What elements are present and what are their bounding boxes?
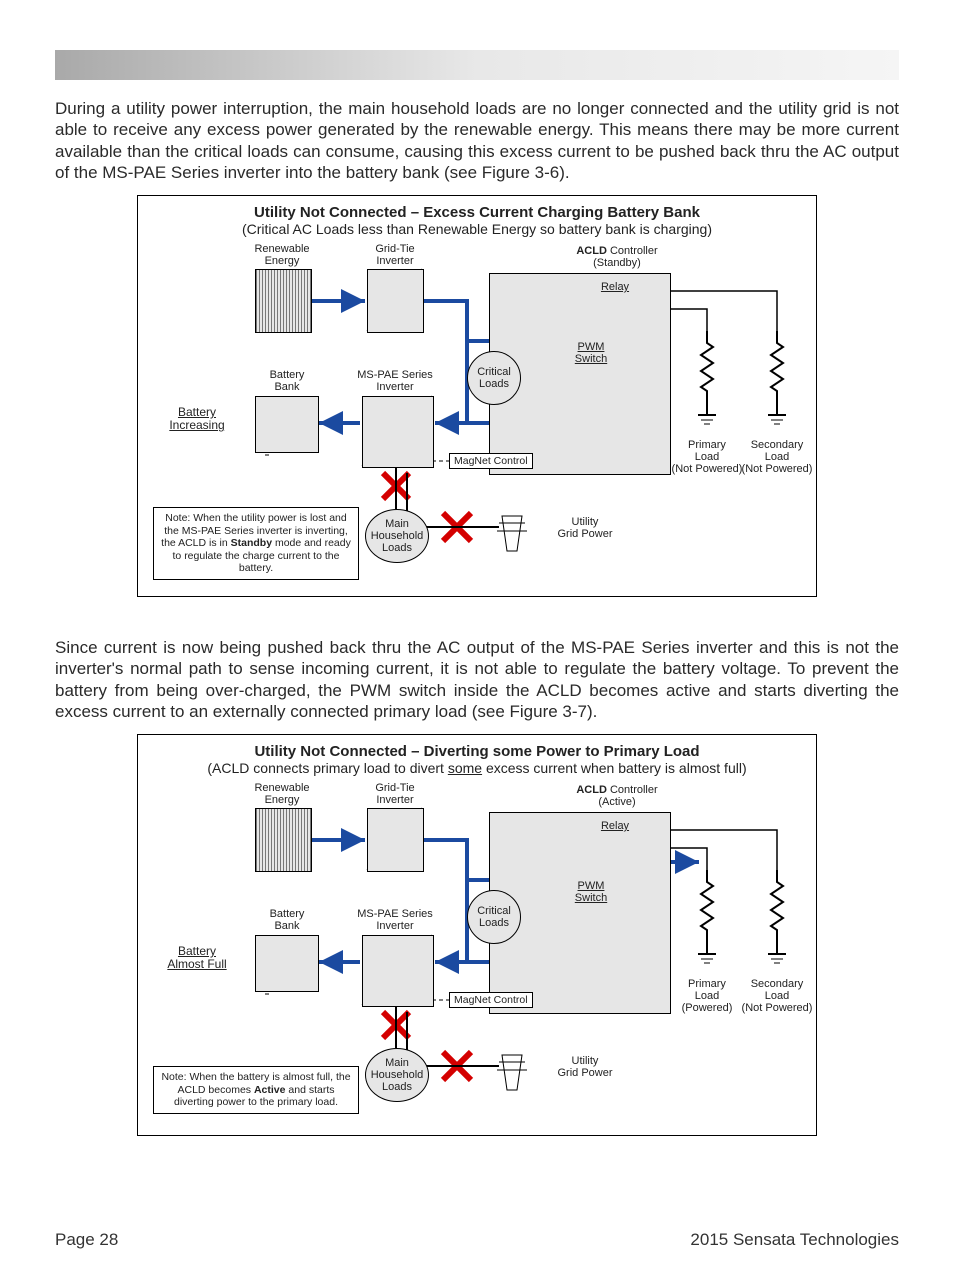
grid-tie-inverter-icon [367,269,424,333]
fig2-subtitle: (ACLD connects primary load to divert so… [144,760,810,776]
label: UtilityGrid Power [545,516,625,540]
label: MS-PAE SeriesInverter [350,908,440,932]
fig1-title: Utility Not Connected – Excess Current C… [144,204,810,221]
main-household-loads: MainHouseholdLoads [365,509,429,563]
note-box: Note: When the utility power is lost and… [153,507,359,580]
critical-loads: CriticalLoads [467,351,521,405]
grid-tie-inverter-icon [367,808,424,872]
copyright: 2015 Sensata Technologies [690,1230,899,1250]
label: BatteryBank [252,908,322,932]
page: During a utility power interruption, the… [0,50,954,1285]
label: Grid-TieInverter [355,243,435,267]
battery-bank-icon [255,935,319,992]
figure-3-6: Utility Not Connected – Excess Current C… [137,195,817,597]
inverter-icon [362,935,434,1007]
magnet-control: MagNet Control [449,453,533,469]
renewable-energy-icon [255,269,312,333]
header-band [55,50,899,80]
acld-label: ACLD Controller(Standby) [547,245,687,269]
critical-loads: CriticalLoads [467,890,521,944]
label: SecondaryLoad(Not Powered) [739,439,815,475]
label: MS-PAE SeriesInverter [350,369,440,393]
page-number: Page 28 [55,1230,118,1250]
fig2-title: Utility Not Connected – Diverting some P… [144,743,810,760]
label: SecondaryLoad(Not Powered) [739,978,815,1014]
note-box: Note: When the battery is almost full, t… [153,1066,359,1114]
label: Relay [590,820,640,832]
paragraph-1: During a utility power interruption, the… [55,98,899,183]
label: PWMSwitch [566,880,616,904]
label: UtilityGrid Power [545,1055,625,1079]
label: RenewableEnergy [242,243,322,267]
paragraph-2: Since current is now being pushed back t… [55,637,899,722]
renewable-energy-icon [255,808,312,872]
battery-bank-icon [255,396,319,453]
label: BatteryBank [252,369,322,393]
label: PrimaryLoad(Not Powered) [669,439,745,475]
label: PWMSwitch [566,341,616,365]
acld-label: ACLD Controller(Active) [547,784,687,808]
label: RenewableEnergy [242,782,322,806]
label: Grid-TieInverter [355,782,435,806]
label: Relay [590,281,640,293]
battery-state: BatteryAlmost Full [157,945,237,971]
inverter-icon [362,396,434,468]
main-household-loads: MainHouseholdLoads [365,1048,429,1102]
battery-state: BatteryIncreasing [157,406,237,432]
figure-3-7: Utility Not Connected – Diverting some P… [137,734,817,1136]
label: PrimaryLoad(Powered) [669,978,745,1014]
magnet-control: MagNet Control [449,992,533,1008]
fig1-subtitle: (Critical AC Loads less than Renewable E… [144,221,810,237]
fig1-schematic: RenewableEnergy Grid-TieInverter ACLD Cont… [147,241,807,586]
page-footer: Page 28 2015 Sensata Technologies [55,1230,899,1250]
fig2-schematic: RenewableEnergy Grid-TieInverter ACLD Cont… [147,780,807,1125]
